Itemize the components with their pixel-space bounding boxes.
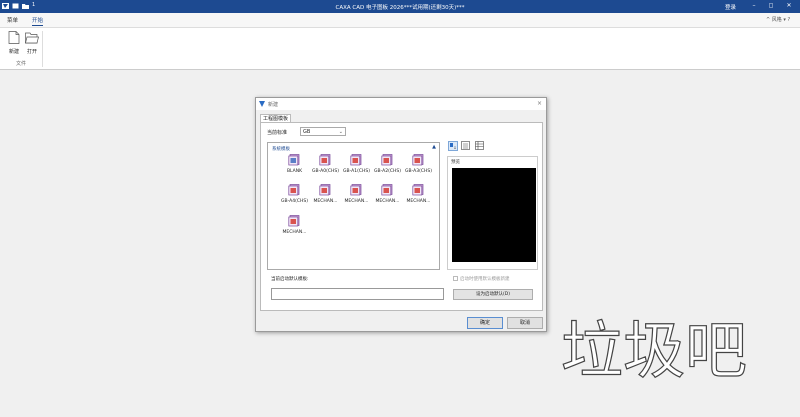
group-divider (42, 31, 43, 67)
template-group-header: 系统模板 (272, 147, 290, 152)
new-button-label: 新建 (8, 49, 19, 55)
dialog-title: 新建 (268, 102, 279, 108)
startup-template-checkbox[interactable] (453, 276, 458, 281)
preview-label: 预览 (451, 160, 460, 165)
template-item-mechanical-5[interactable]: MECHAN... (279, 214, 310, 244)
new-dialog: 新建 × 工程图模板 当前标准 GB ⌄ 系统模板 ▲ BLANK GB-A0(… (255, 97, 547, 332)
dialog-close-icon[interactable]: × (537, 100, 542, 107)
menu-bar: 菜单 开始 ^ 风格 ▾ ? (0, 13, 800, 27)
template-name: MECHAN... (406, 199, 431, 204)
list-icon (461, 141, 470, 150)
large-icon-view-button[interactable] (448, 141, 458, 151)
ok-button[interactable]: 确定 (467, 317, 503, 329)
large-icons-icon (450, 143, 456, 149)
new-button[interactable]: 新建 (4, 31, 24, 57)
template-name: MECHAN... (375, 199, 400, 204)
preview-panel: 预览 (447, 156, 538, 270)
startup-template-checkbox-row[interactable]: 启动时使用默认模板新建 (453, 276, 510, 282)
cancel-button[interactable]: 取消 (507, 317, 543, 329)
template-icon (288, 154, 300, 166)
template-name: MECHAN... (282, 230, 307, 235)
template-name: GB-A0(CHS) (312, 169, 339, 174)
style-menu[interactable]: ^ 风格 ▾ ? (766, 16, 790, 23)
collapse-icon[interactable]: ▲ (432, 144, 436, 150)
window-title: CAXA CAD 电子图板 2026***试用期(还剩30天)*** (335, 5, 465, 11)
template-icon (288, 215, 300, 227)
template-icon (381, 184, 393, 196)
chevron-down-icon: ⌄ (338, 129, 343, 135)
default-template-label: 当前启动默认模板: (271, 277, 309, 282)
template-name: BLANK (286, 169, 303, 174)
template-icon (319, 154, 331, 166)
standard-select[interactable]: GB ⌄ (300, 127, 346, 136)
template-icon (350, 154, 362, 166)
close-button[interactable]: ✕ (782, 2, 796, 9)
template-icon (288, 184, 300, 196)
template-name: GB-A2(CHS) (374, 169, 401, 174)
dialog-body: 当前标准 GB ⌄ 系统模板 ▲ BLANK GB-A0(CHS) GB-A1(… (260, 122, 543, 311)
template-icon (350, 184, 362, 196)
template-item-mechanical-4[interactable]: MECHAN... (403, 183, 434, 213)
login-button[interactable]: 登录 (725, 3, 736, 11)
tab-start[interactable]: 开始 (32, 16, 44, 26)
list-view-button[interactable] (461, 141, 471, 151)
template-icon (381, 154, 393, 166)
new-document-icon (8, 31, 20, 44)
details-icon (475, 141, 484, 150)
template-name: MECHAN... (344, 199, 369, 204)
template-item-blank[interactable]: BLANK (279, 153, 310, 183)
template-list[interactable]: 系统模板 ▲ BLANK GB-A0(CHS) GB-A1(CHS) GB-A2… (267, 142, 440, 270)
preview-area (452, 168, 536, 262)
template-item-gb-a2[interactable]: GB-A2(CHS) (372, 153, 403, 183)
template-item-gb-a0[interactable]: GB-A0(CHS) (310, 153, 341, 183)
template-name: GB-A1(CHS) (343, 169, 370, 174)
standard-label: 当前标准 (267, 130, 288, 136)
title-bar: 1 CAXA CAD 电子图板 2026***试用期(还剩30天)*** 登录 … (0, 0, 800, 13)
template-item-gb-a4[interactable]: GB-A4(CHS) (279, 183, 310, 213)
restore-button[interactable]: ◻ (764, 2, 778, 9)
dialog-title-bar: 新建 × (256, 98, 546, 110)
template-item-gb-a3[interactable]: GB-A3(CHS) (403, 153, 434, 183)
template-icon (412, 184, 424, 196)
set-default-button[interactable]: 设为启动默认(D) (453, 289, 533, 300)
details-view-button[interactable] (475, 141, 485, 151)
template-name: MECHAN... (313, 199, 338, 204)
tab-menu[interactable]: 菜单 (7, 16, 18, 24)
startup-template-checkbox-label: 启动时使用默认模板新建 (460, 277, 510, 282)
dialog-app-icon (259, 101, 265, 107)
standard-value: GB (303, 129, 311, 135)
file-group-label: 文件 (15, 61, 26, 67)
watermark: 垃圾吧 (560, 313, 747, 382)
template-item-mechanical-1[interactable]: MECHAN... (310, 183, 341, 213)
open-button[interactable]: 打开 (22, 31, 42, 57)
template-item-gb-a1[interactable]: GB-A1(CHS) (341, 153, 372, 183)
template-icon (412, 154, 424, 166)
ribbon: 新建 打开 文件 (0, 27, 800, 70)
template-name: GB-A3(CHS) (405, 169, 432, 174)
watermark-text: 垃圾吧 (561, 314, 747, 382)
template-item-mechanical-3[interactable]: MECHAN... (372, 183, 403, 213)
default-template-field (271, 288, 444, 300)
template-icon (319, 184, 331, 196)
minimize-button[interactable]: – (747, 2, 761, 9)
open-button-label: 打开 (26, 49, 37, 55)
template-item-mechanical-2[interactable]: MECHAN... (341, 183, 372, 213)
template-name: GB-A4(CHS) (281, 199, 308, 204)
open-folder-icon (25, 32, 39, 44)
